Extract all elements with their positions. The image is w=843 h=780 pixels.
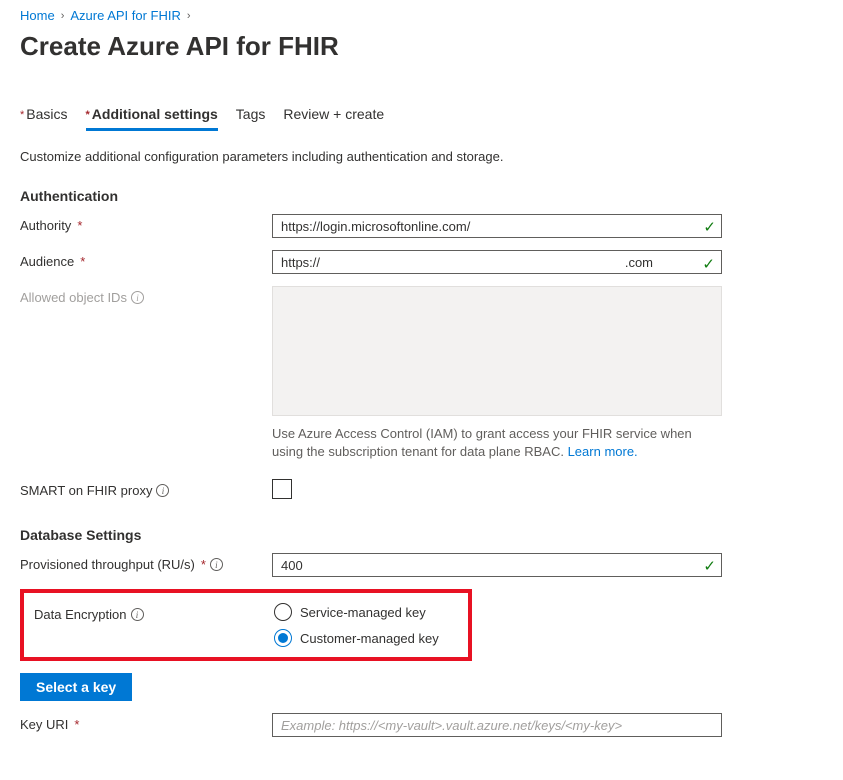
info-icon[interactable]: i xyxy=(210,558,223,571)
radio-label: Customer-managed key xyxy=(300,631,439,646)
smart-on-fhir-label: SMART on FHIR proxy i xyxy=(20,479,272,498)
allowed-object-ids-label: Allowed object IDs i xyxy=(20,286,272,305)
radio-service-managed[interactable]: Service-managed key xyxy=(274,603,458,621)
section-database-settings: Database Settings xyxy=(20,527,823,543)
data-encryption-label: Data Encryption i xyxy=(34,603,274,622)
section-authentication: Authentication xyxy=(20,188,823,204)
info-icon[interactable]: i xyxy=(156,484,169,497)
throughput-label: Provisioned throughput (RU/s)* i xyxy=(20,553,272,572)
learn-more-link[interactable]: Learn more. xyxy=(568,444,638,459)
throughput-input[interactable] xyxy=(272,553,722,577)
tab-additional-settings[interactable]: *Additional settings xyxy=(86,106,218,131)
key-uri-label: Key URI* xyxy=(20,713,272,732)
chevron-right-icon: › xyxy=(187,10,191,22)
tab-review-create[interactable]: Review + create xyxy=(283,106,384,131)
info-icon[interactable]: i xyxy=(131,291,144,304)
check-icon: ✓ xyxy=(702,255,715,273)
radio-customer-managed[interactable]: Customer-managed key xyxy=(274,629,458,647)
helper-text: Use Azure Access Control (IAM) to grant … xyxy=(272,425,722,461)
info-icon[interactable]: i xyxy=(131,608,144,621)
authority-input[interactable] xyxy=(272,214,722,238)
radio-label: Service-managed key xyxy=(300,605,426,620)
audience-label: Audience* xyxy=(20,250,272,269)
smart-on-fhir-checkbox[interactable] xyxy=(272,479,292,499)
tab-tags[interactable]: Tags xyxy=(236,106,266,131)
radio-icon xyxy=(274,603,292,621)
authority-label: Authority* xyxy=(20,214,272,233)
tabs: *Basics *Additional settings Tags Review… xyxy=(20,106,823,131)
data-encryption-highlight: Data Encryption i Service-managed key Cu… xyxy=(20,589,472,661)
chevron-right-icon: › xyxy=(61,10,65,22)
breadcrumb: Home › Azure API for FHIR › xyxy=(20,8,823,23)
tab-description: Customize additional configuration param… xyxy=(20,149,823,164)
page-title: Create Azure API for FHIR xyxy=(20,31,823,62)
breadcrumb-level1[interactable]: Azure API for FHIR xyxy=(70,8,181,23)
allowed-object-ids-input[interactable] xyxy=(272,286,722,416)
tab-basics[interactable]: *Basics xyxy=(20,106,68,131)
select-a-key-button[interactable]: Select a key xyxy=(20,673,132,701)
radio-icon xyxy=(274,629,292,647)
audience-input[interactable]: https:// .com ✓ xyxy=(272,250,722,274)
breadcrumb-home[interactable]: Home xyxy=(20,8,55,23)
key-uri-input[interactable] xyxy=(272,713,722,737)
